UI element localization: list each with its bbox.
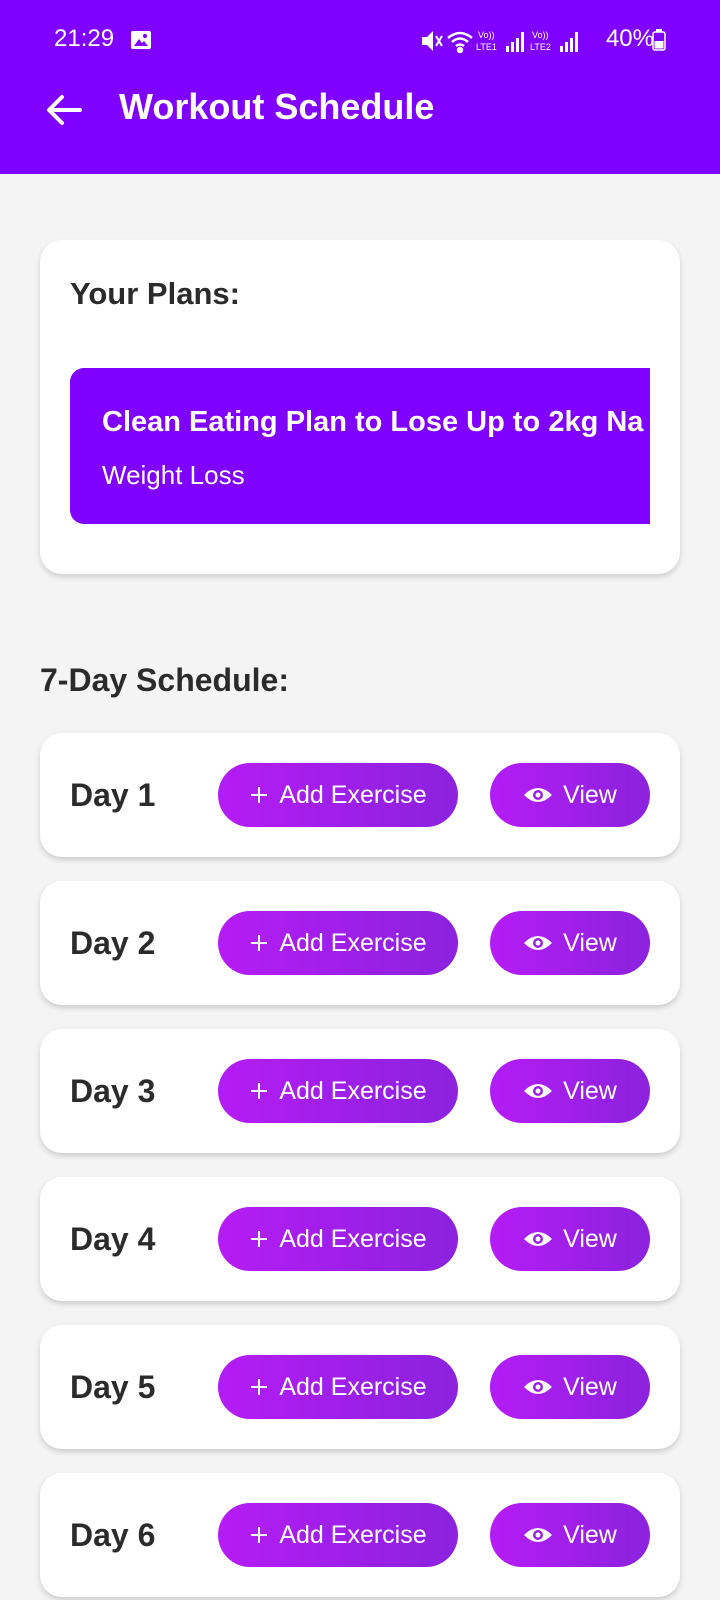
plan-category: Weight Loss	[102, 460, 245, 490]
add-exercise-label: Add Exercise	[279, 1372, 427, 1401]
plus-icon	[251, 1379, 268, 1395]
wifi-icon	[447, 31, 473, 54]
add-exercise-button[interactable]: Add Exercise	[218, 1207, 458, 1271]
mute-icon	[422, 31, 443, 51]
view-label: View	[563, 1520, 617, 1549]
app-header: 21:29 Vo)) LTE1 Vo)) LTE2 40% Workout Sc…	[0, 0, 720, 174]
view-label: View	[563, 1224, 617, 1253]
plans-heading: Your Plans:	[70, 276, 240, 311]
day-label: Day 6	[70, 1517, 156, 1553]
day-card: Day 1 Add Exercise View	[40, 733, 680, 857]
day-card: Day 4 Add Exercise View	[40, 1177, 680, 1301]
plans-card: Your Plans: Clean Eating Plan to Lose Up…	[40, 240, 680, 574]
add-exercise-label: Add Exercise	[279, 1224, 427, 1253]
add-exercise-button[interactable]: Add Exercise	[218, 1355, 458, 1419]
day-card: Day 5 Add Exercise View	[40, 1325, 680, 1449]
add-exercise-button[interactable]: Add Exercise	[218, 1059, 458, 1123]
plan-card[interactable]: Clean Eating Plan to Lose Up to 2kg Na W…	[70, 368, 650, 524]
view-button[interactable]: View	[490, 1207, 650, 1271]
signal-2-icon: Vo)) LTE2	[530, 30, 578, 52]
plan-title: Clean Eating Plan to Lose Up to 2kg Na	[102, 406, 644, 438]
svg-text:LTE1: LTE1	[476, 42, 497, 52]
view-label: View	[563, 1372, 617, 1401]
day-label: Day 2	[70, 925, 156, 961]
status-bar: 21:29 Vo)) LTE1 Vo)) LTE2 40%	[0, 22, 720, 60]
view-button[interactable]: View	[490, 763, 650, 827]
add-exercise-label: Add Exercise	[279, 928, 427, 957]
eye-icon	[524, 1528, 553, 1542]
add-exercise-label: Add Exercise	[279, 780, 427, 809]
add-exercise-button[interactable]: Add Exercise	[218, 763, 458, 827]
day-card: Day 2 Add Exercise View	[40, 881, 680, 1005]
add-exercise-label: Add Exercise	[279, 1076, 427, 1105]
plans-carousel[interactable]: Clean Eating Plan to Lose Up to 2kg Na W…	[70, 368, 650, 524]
add-exercise-label: Add Exercise	[279, 1520, 427, 1549]
eye-icon	[524, 1084, 553, 1098]
view-button[interactable]: View	[490, 1503, 650, 1567]
toolbar: Workout Schedule	[0, 80, 720, 140]
day-label: Day 5	[70, 1369, 156, 1405]
schedule-heading: 7-Day Schedule:	[40, 662, 289, 698]
plus-icon	[251, 1083, 268, 1099]
add-exercise-button[interactable]: Add Exercise	[218, 911, 458, 975]
add-exercise-button[interactable]: Add Exercise	[218, 1503, 458, 1567]
day-label: Day 4	[70, 1221, 156, 1257]
gallery-notification-icon	[131, 31, 151, 49]
view-label: View	[563, 928, 617, 957]
plus-icon	[251, 935, 268, 951]
svg-text:LTE2: LTE2	[530, 42, 551, 52]
signal-status-icons: Vo)) LTE1 Vo)) LTE2	[422, 30, 578, 54]
plus-icon	[251, 787, 268, 803]
day-label: Day 3	[70, 1073, 156, 1109]
plus-icon	[251, 1231, 268, 1247]
view-label: View	[563, 1076, 617, 1105]
eye-icon	[524, 936, 553, 950]
eye-icon	[524, 1232, 553, 1246]
eye-icon	[524, 1380, 553, 1394]
plus-icon	[251, 1527, 268, 1543]
status-time: 21:29	[54, 25, 115, 52]
view-label: View	[563, 780, 617, 809]
svg-text:Vo)): Vo))	[532, 30, 549, 40]
view-button[interactable]: View	[490, 1059, 650, 1123]
view-button[interactable]: View	[490, 911, 650, 975]
back-arrow-icon[interactable]	[44, 90, 84, 130]
battery-percent: 40%	[605, 25, 654, 52]
eye-icon	[524, 788, 553, 802]
day-label: Day 1	[70, 777, 156, 813]
day-card: Day 3 Add Exercise View	[40, 1029, 680, 1153]
battery-icon	[652, 29, 666, 51]
signal-1-icon: Vo)) LTE1	[476, 30, 524, 52]
page-title: Workout Schedule	[119, 86, 435, 127]
day-card: Day 6 Add Exercise View	[40, 1473, 680, 1597]
view-button[interactable]: View	[490, 1355, 650, 1419]
svg-text:Vo)): Vo))	[478, 30, 495, 40]
